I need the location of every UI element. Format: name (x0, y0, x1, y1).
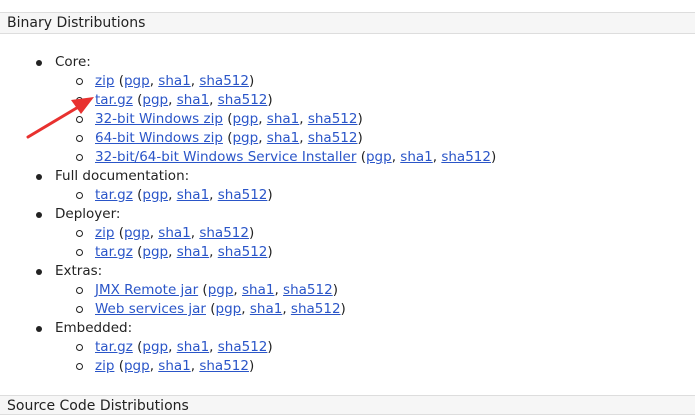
circle-bullet-icon (76, 287, 83, 294)
download-item: tar.gz (pgp, sha1, sha512) (55, 243, 695, 262)
group-item: Embedded: tar.gz (pgp, sha1, sha512) zip (… (0, 319, 695, 376)
download-link[interactable]: Web services jar (95, 301, 206, 317)
download-item: zip (pgp, sha1, sha512) (55, 72, 695, 91)
circle-bullet-icon (76, 249, 83, 256)
pgp-link[interactable]: pgp (142, 187, 168, 203)
sha512-link[interactable]: sha512 (441, 149, 491, 165)
source-distributions-title: Source Code Distributions (7, 398, 189, 414)
pgp-link[interactable]: pgp (208, 282, 234, 298)
binary-distributions-list-container: Core: zip (pgp, sha1, sha512) tar.gz (pgp,… (0, 53, 695, 376)
download-link[interactable]: 32-bit Windows zip (95, 111, 223, 127)
pgp-link[interactable]: pgp (232, 111, 258, 127)
source-distributions-header: Source Code Distributions (0, 395, 695, 415)
download-list: zip (pgp, sha1, sha512) tar.gz (pgp, sha1… (55, 72, 695, 167)
download-item: JMX Remote jar (pgp, sha1, sha512) (55, 281, 695, 300)
download-item: tar.gz (pgp, sha1, sha512) (55, 91, 695, 110)
pgp-link[interactable]: pgp (216, 301, 242, 317)
bullet-icon (36, 60, 42, 66)
pgp-link[interactable]: pgp (124, 73, 150, 89)
group-label: Embedded: (55, 320, 133, 336)
bullet-icon (36, 326, 42, 332)
download-link[interactable]: 32-bit/64-bit Windows Service Installer (95, 149, 356, 165)
download-link[interactable]: tar.gz (95, 244, 133, 260)
download-list: tar.gz (pgp, sha1, sha512) (55, 186, 695, 205)
sha1-link[interactable]: sha1 (267, 111, 299, 127)
download-link[interactable]: zip (95, 358, 114, 374)
download-list: zip (pgp, sha1, sha512) tar.gz (pgp, sha1… (55, 224, 695, 262)
sha512-link[interactable]: sha512 (308, 111, 358, 127)
group-item: Extras: JMX Remote jar (pgp, sha1, sha512… (0, 262, 695, 319)
bullet-icon (36, 269, 42, 275)
sha512-link[interactable]: sha512 (199, 358, 249, 374)
download-link[interactable]: tar.gz (95, 339, 133, 355)
sha512-link[interactable]: sha512 (218, 92, 268, 108)
circle-bullet-icon (76, 230, 83, 237)
download-list: tar.gz (pgp, sha1, sha512) zip (pgp, sha1… (55, 338, 695, 376)
download-item: 32-bit Windows zip (pgp, sha1, sha512) (55, 110, 695, 129)
pgp-link[interactable]: pgp (366, 149, 392, 165)
sha1-link[interactable]: sha1 (158, 358, 190, 374)
sha1-link[interactable]: sha1 (177, 244, 209, 260)
sha512-link[interactable]: sha512 (199, 225, 249, 241)
group-item: Core: zip (pgp, sha1, sha512) tar.gz (pgp,… (0, 53, 695, 167)
sha1-link[interactable]: sha1 (267, 130, 299, 146)
sha1-link[interactable]: sha1 (158, 225, 190, 241)
bullet-icon (36, 174, 42, 180)
download-item: zip (pgp, sha1, sha512) (55, 224, 695, 243)
circle-bullet-icon (76, 306, 83, 313)
circle-bullet-icon (76, 97, 83, 104)
download-item: 64-bit Windows zip (pgp, sha1, sha512) (55, 129, 695, 148)
sha512-link[interactable]: sha512 (199, 73, 249, 89)
circle-bullet-icon (76, 78, 83, 85)
group-item: Full documentation: tar.gz (pgp, sha1, sh… (0, 167, 695, 205)
circle-bullet-icon (76, 344, 83, 351)
download-list: JMX Remote jar (pgp, sha1, sha512) Web se… (55, 281, 695, 319)
binary-distributions-title: Binary Distributions (7, 15, 146, 31)
sha512-link[interactable]: sha512 (291, 301, 341, 317)
group-item: Deployer: zip (pgp, sha1, sha512) tar.gz (… (0, 205, 695, 262)
download-item: tar.gz (pgp, sha1, sha512) (55, 186, 695, 205)
circle-bullet-icon (76, 135, 83, 142)
pgp-link[interactable]: pgp (124, 358, 150, 374)
sha1-link[interactable]: sha1 (158, 73, 190, 89)
download-item: zip (pgp, sha1, sha512) (55, 357, 695, 376)
sha512-link[interactable]: sha512 (218, 339, 268, 355)
sha512-link[interactable]: sha512 (218, 187, 268, 203)
circle-bullet-icon (76, 154, 83, 161)
sha512-link[interactable]: sha512 (308, 130, 358, 146)
group-label: Full documentation: (55, 168, 190, 184)
sha512-link[interactable]: sha512 (283, 282, 333, 298)
download-link[interactable]: tar.gz (95, 92, 133, 108)
sha512-link[interactable]: sha512 (218, 244, 268, 260)
pgp-link[interactable]: pgp (142, 244, 168, 260)
sha1-link[interactable]: sha1 (242, 282, 274, 298)
sha1-link[interactable]: sha1 (177, 187, 209, 203)
download-link[interactable]: zip (95, 73, 114, 89)
pgp-link[interactable]: pgp (142, 92, 168, 108)
pgp-link[interactable]: pgp (232, 130, 258, 146)
download-link[interactable]: 64-bit Windows zip (95, 130, 223, 146)
group-label: Extras: (55, 263, 103, 279)
group-label: Core: (55, 54, 91, 70)
distribution-groups: Core: zip (pgp, sha1, sha512) tar.gz (pgp,… (0, 53, 695, 376)
bullet-icon (36, 212, 42, 218)
sha1-link[interactable]: sha1 (250, 301, 282, 317)
download-item: 32-bit/64-bit Windows Service Installer … (55, 148, 695, 167)
sha1-link[interactable]: sha1 (177, 92, 209, 108)
pgp-link[interactable]: pgp (124, 225, 150, 241)
sha1-link[interactable]: sha1 (400, 149, 432, 165)
download-link[interactable]: JMX Remote jar (95, 282, 198, 298)
download-item: tar.gz (pgp, sha1, sha512) (55, 338, 695, 357)
sha1-link[interactable]: sha1 (177, 339, 209, 355)
binary-distributions-header: Binary Distributions (0, 12, 695, 34)
download-link[interactable]: zip (95, 225, 114, 241)
group-label: Deployer: (55, 206, 121, 222)
circle-bullet-icon (76, 363, 83, 370)
pgp-link[interactable]: pgp (142, 339, 168, 355)
circle-bullet-icon (76, 192, 83, 199)
circle-bullet-icon (76, 116, 83, 123)
download-item: Web services jar (pgp, sha1, sha512) (55, 300, 695, 319)
download-link[interactable]: tar.gz (95, 187, 133, 203)
